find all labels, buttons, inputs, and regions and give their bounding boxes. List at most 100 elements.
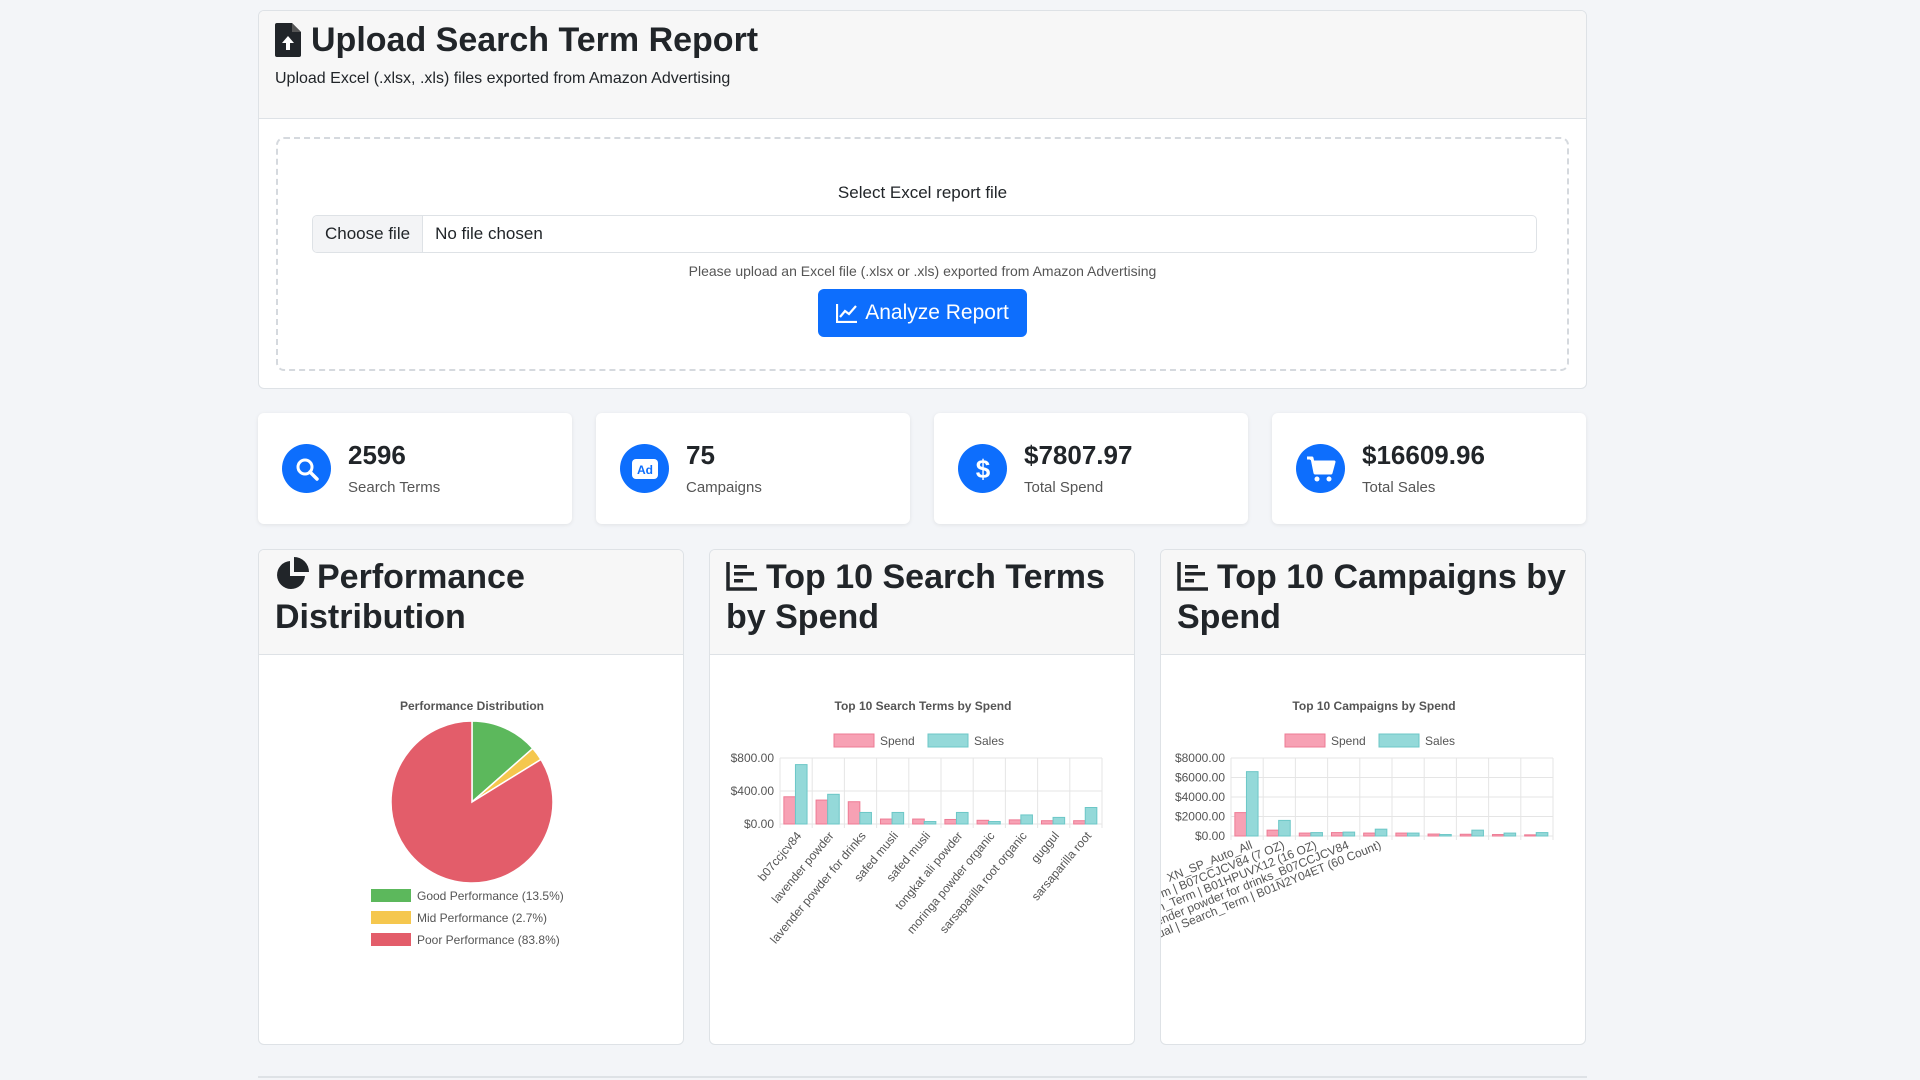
line-chart-icon — [836, 304, 858, 323]
sales-bar — [859, 811, 872, 825]
y-tick-label: $400.00 — [731, 784, 775, 798]
search-terms-bar-chart: Top 10 Search Terms by Spend Spend Sales $0… — [731, 699, 1103, 946]
stat-card-total-spend: $ $7807.97 Total Spend — [934, 413, 1248, 524]
stat-value: 75 — [686, 440, 715, 470]
stat-value: 2596 — [348, 440, 406, 470]
sales-bar — [1020, 814, 1033, 825]
sales-bar — [1084, 807, 1098, 825]
spend-bar — [976, 819, 990, 825]
spend-bar — [1459, 833, 1473, 837]
upload-title-text: Upload Search Term Report — [311, 20, 759, 59]
y-tick-label: $0.00 — [1195, 829, 1225, 843]
legend-label: Poor Performance (83.8%) — [417, 933, 560, 947]
stat-label: Total Spend — [1024, 479, 1104, 496]
y-tick-label: $4000.00 — [1175, 790, 1225, 804]
card-title: Performance Distribution — [275, 557, 667, 637]
spend-bar — [1491, 834, 1505, 837]
legend-swatch — [371, 889, 411, 902]
performance-pie-chart: Performance Distribution Good Performance… — [371, 699, 564, 947]
sales-bar — [1052, 816, 1066, 825]
bar-chart-icon — [1177, 562, 1208, 591]
spend-bar — [912, 818, 925, 825]
sales-bar — [1245, 771, 1259, 837]
card-title: Top 10 Campaigns by Spend — [1177, 557, 1569, 637]
sales-bar — [1471, 829, 1484, 837]
y-tick-label: $800.00 — [731, 751, 775, 765]
legend-swatch — [833, 733, 875, 748]
top-campaigns-card: Top 10 Campaigns by Spend Top 10 Campaig… — [1160, 549, 1586, 1045]
sales-bar — [827, 793, 840, 825]
spend-bar — [944, 818, 957, 825]
y-tick-label: $6000.00 — [1175, 771, 1225, 785]
spend-bar — [1298, 832, 1312, 837]
stat-card-campaigns: Ad 75 Campaigns — [596, 413, 910, 524]
legend-label: Good Performance (13.5%) — [417, 889, 564, 903]
analyze-report-button[interactable]: Analyze Report — [818, 289, 1027, 337]
card-header: Top 10 Search Terms by Spend — [710, 550, 1134, 655]
stat-value: $7807.97 — [1024, 440, 1133, 470]
legend-swatch — [371, 933, 411, 946]
sales-bar — [1535, 832, 1549, 837]
card-title-text: Top 10 Campaigns by Spend — [1177, 558, 1566, 636]
sales-bar — [1342, 831, 1356, 837]
upload-dropzone: Select Excel report file Choose file No … — [276, 137, 1569, 371]
chart-title: Performance Distribution — [400, 699, 544, 713]
spend-bar — [1234, 812, 1247, 837]
card-title: Top 10 Search Terms by Spend — [726, 557, 1118, 637]
spend-bar — [815, 799, 829, 825]
spend-bar — [1008, 819, 1022, 825]
sales-bar — [1406, 832, 1420, 837]
campaigns-bar-chart: Top 10 Campaigns by Spend Spend Sales $0.00… — [1161, 699, 1554, 956]
legend-swatch — [1284, 733, 1326, 748]
spend-bar — [1266, 829, 1280, 837]
spend-bar — [1427, 833, 1441, 837]
svg-text:Ad: Ad — [637, 463, 653, 477]
select-file-label: Select Excel report file — [837, 183, 1008, 202]
spend-bar — [1073, 820, 1086, 825]
upload-header: Upload Search Term Report Upload Excel (… — [259, 11, 1586, 119]
y-tick-label: $0.00 — [744, 817, 774, 831]
legend-label: Spend — [1331, 734, 1366, 748]
file-status-text: No file chosen — [435, 224, 543, 243]
sales-bar — [891, 811, 905, 825]
chart-title: Top 10 Search Terms by Spend — [835, 699, 1012, 713]
stat-label: Campaigns — [686, 479, 762, 496]
sales-bar — [1374, 828, 1388, 837]
legend-swatch — [371, 911, 411, 924]
card-header: Performance Distribution — [259, 550, 683, 655]
top-search-terms-card: Top 10 Search Terms by Spend Top 10 Sear… — [709, 549, 1135, 1045]
stat-label: Search Terms — [348, 479, 441, 496]
chart-title: Top 10 Campaigns by Spend — [1292, 699, 1455, 713]
upload-card: Upload Search Term Report Upload Excel (… — [258, 10, 1587, 389]
spend-bar — [879, 818, 893, 825]
spend-bar — [783, 796, 796, 825]
cart-icon — [1296, 444, 1345, 493]
file-input[interactable]: Choose file No file chosen — [312, 215, 1537, 253]
svg-text:$: $ — [975, 454, 990, 484]
legend-label: Sales — [974, 734, 1004, 748]
y-tick-label: $2000.00 — [1175, 810, 1225, 824]
ad-icon: Ad — [620, 444, 669, 493]
stat-card-total-sales: $16609.96 Total Sales — [1272, 413, 1586, 524]
upload-subtitle: Upload Excel (.xlsx, .xls) files exporte… — [275, 70, 731, 87]
performance-distribution-card: Performance Distribution Performance Dis… — [258, 549, 684, 1045]
spend-bar — [1363, 832, 1376, 837]
stat-card-search-terms: 2596 Search Terms — [258, 413, 572, 524]
stat-value: $16609.96 — [1362, 440, 1485, 470]
choose-file-button[interactable]: Choose file — [313, 216, 424, 252]
upload-help-text: Please upload an Excel file (.xlsx or .x… — [688, 263, 1157, 279]
bar-chart-icon — [726, 562, 757, 591]
card-title-text: Performance Distribution — [275, 558, 525, 636]
y-tick-label: $8000.00 — [1175, 751, 1225, 765]
legend-swatch — [927, 733, 969, 748]
analyze-report-label: Analyze Report — [865, 301, 1009, 324]
sales-bar — [1439, 834, 1452, 837]
pie-chart-icon — [277, 557, 309, 589]
sales-bar — [1278, 819, 1291, 837]
legend-label: Spend — [880, 734, 915, 748]
sales-bar — [955, 811, 969, 825]
sales-bar — [794, 764, 808, 825]
dollar-icon: $ — [958, 444, 1007, 493]
stat-label: Total Sales — [1362, 479, 1436, 496]
spend-bar — [1395, 832, 1408, 837]
